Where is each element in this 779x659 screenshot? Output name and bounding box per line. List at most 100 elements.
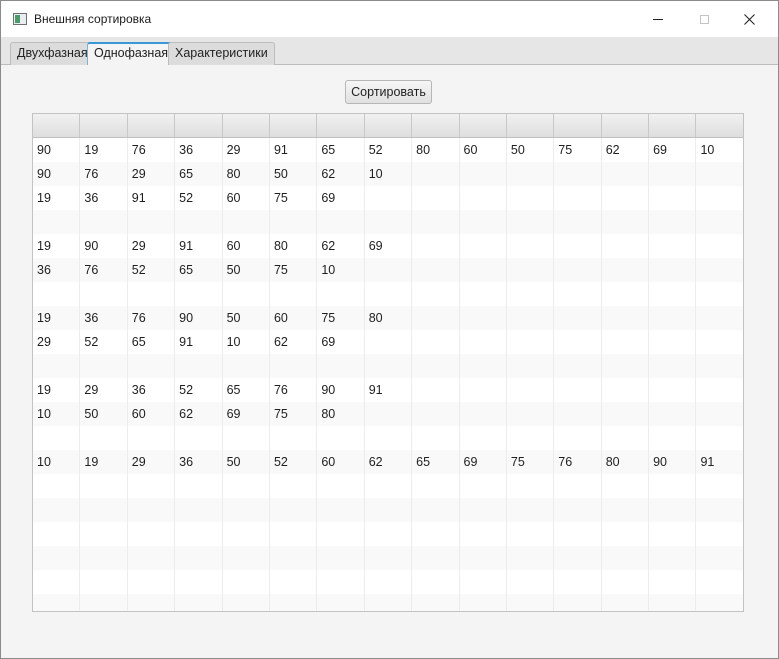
table-cell [460, 426, 507, 450]
column-header[interactable] [222, 114, 270, 138]
table-cell: 50 [80, 402, 128, 426]
column-header[interactable] [364, 114, 413, 138]
table-cell [554, 426, 602, 450]
table-cell [33, 498, 81, 522]
table-row[interactable]: 10 50 60 62 69 75 80 [33, 402, 743, 426]
table-cell [649, 330, 697, 354]
table-row[interactable] [33, 210, 743, 234]
table-row[interactable]: 90 76 29 65 80 50 62 10 [33, 162, 743, 186]
table-row[interactable]: 19 36 91 52 60 75 69 [33, 186, 743, 210]
column-header[interactable] [649, 114, 697, 138]
table-cell [317, 474, 365, 498]
sort-button[interactable]: Сортировать [345, 80, 432, 104]
table-cell: 75 [554, 138, 602, 162]
table-cell [365, 330, 413, 354]
table-cell [223, 354, 270, 378]
column-header[interactable] [317, 114, 365, 138]
table-cell [602, 594, 650, 611]
table-row[interactable] [33, 354, 743, 378]
table-cell [365, 474, 413, 498]
table-cell [270, 354, 318, 378]
column-header[interactable] [459, 114, 507, 138]
table-cell [460, 402, 507, 426]
minimize-icon [653, 18, 663, 20]
table-cell: 75 [270, 402, 318, 426]
table-cell [412, 426, 460, 450]
table-cell [33, 594, 81, 611]
tab-characteristics[interactable]: Характеристики [168, 42, 275, 65]
table-cell [696, 330, 743, 354]
table-cell [412, 306, 460, 330]
table-row[interactable] [33, 426, 743, 450]
table-row[interactable] [33, 498, 743, 522]
table-cell [696, 282, 743, 306]
table-cell: 90 [317, 378, 365, 402]
minimize-button[interactable] [635, 1, 681, 37]
table-cell [507, 330, 555, 354]
table-cell: 62 [175, 402, 223, 426]
table-cell: 65 [317, 138, 365, 162]
table-cell [649, 402, 697, 426]
title-bar[interactable]: Внешняя сортировка [1, 1, 778, 37]
table-cell [554, 258, 602, 282]
column-header[interactable] [269, 114, 318, 138]
table-row[interactable]: 29 52 65 91 10 62 69 [33, 330, 743, 354]
table-cell: 19 [33, 234, 81, 258]
table-row[interactable] [33, 594, 743, 611]
table-row[interactable] [33, 570, 743, 594]
table-cell [365, 426, 413, 450]
column-header[interactable] [696, 114, 743, 138]
table-row[interactable]: 19 29 36 52 65 76 90 91 [33, 378, 743, 402]
tab-single-phase[interactable]: Однофазная [87, 42, 176, 65]
app-window-icon [13, 13, 27, 25]
close-button[interactable] [726, 1, 772, 37]
table-cell [460, 522, 507, 546]
table-row[interactable] [33, 522, 743, 546]
table-cell: 10 [33, 402, 81, 426]
table-row[interactable]: 36 76 52 65 50 75 10 [33, 258, 743, 282]
table-cell [317, 282, 365, 306]
table-header [33, 114, 743, 138]
table-cell [317, 522, 365, 546]
table-row[interactable] [33, 474, 743, 498]
table-cell: 75 [270, 186, 318, 210]
table-cell: 10 [317, 258, 365, 282]
tab-two-phase[interactable]: Двухфазная [10, 42, 95, 65]
column-header[interactable] [175, 114, 223, 138]
table-cell [507, 522, 555, 546]
column-header[interactable] [412, 114, 460, 138]
table-cell [33, 282, 81, 306]
table-cell [554, 210, 602, 234]
maximize-button[interactable] [681, 1, 727, 37]
column-header[interactable] [506, 114, 555, 138]
table-cell [223, 426, 270, 450]
table-cell: 91 [128, 186, 176, 210]
data-table[interactable]: 90 19 76 36 29 91 65 52 80 60 50 75 62 69 10 90 76 29 65 80… [32, 113, 744, 612]
table-cell [460, 234, 507, 258]
table-cell [175, 570, 223, 594]
table-row[interactable] [33, 282, 743, 306]
table-cell: 69 [317, 330, 365, 354]
table-cell [270, 498, 318, 522]
table-cell [270, 522, 318, 546]
column-header[interactable] [80, 114, 128, 138]
table-row[interactable] [33, 546, 743, 570]
table-cell [507, 282, 555, 306]
table-cell: 29 [128, 234, 176, 258]
table-cell: 29 [223, 138, 270, 162]
column-header[interactable] [554, 114, 602, 138]
table-cell [365, 546, 413, 570]
table-row[interactable]: 19 36 76 90 50 60 75 80 [33, 306, 743, 330]
table-row[interactable]: 19 90 29 91 60 80 62 69 [33, 234, 743, 258]
table-cell [649, 258, 697, 282]
column-header[interactable] [127, 114, 176, 138]
column-header[interactable] [33, 114, 81, 138]
table-row[interactable]: 90 19 76 36 29 91 65 52 80 60 50 75 62 69 10 [33, 138, 743, 162]
table-cell: 52 [175, 186, 223, 210]
table-cell [602, 498, 650, 522]
table-cell [602, 162, 650, 186]
table-cell: 29 [80, 378, 128, 402]
column-header[interactable] [601, 114, 650, 138]
table-cell [602, 330, 650, 354]
table-row[interactable]: 10 19 29 36 50 52 60 62 65 69 75 76 80 90 91 [33, 450, 743, 474]
